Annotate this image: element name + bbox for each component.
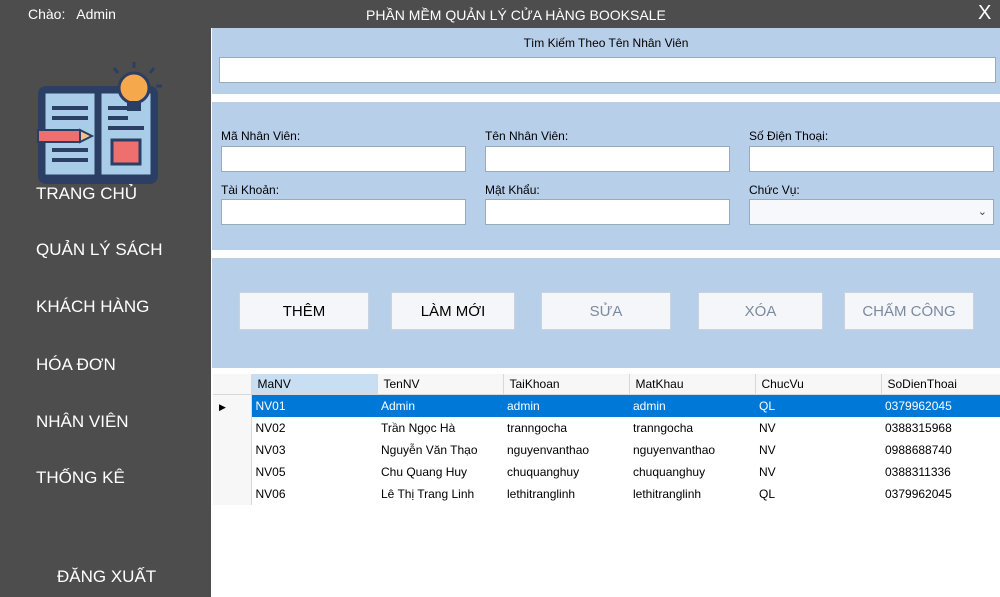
nav-item-invoices[interactable]: HÓA ĐƠN <box>36 355 116 375</box>
password-label: Mật Khẩu: <box>485 183 540 197</box>
cell[interactable]: tranngocha <box>503 417 629 439</box>
cell[interactable]: Chu Quang Huy <box>377 461 503 483</box>
cell[interactable]: NV02 <box>251 417 377 439</box>
row-header-corner <box>213 374 252 395</box>
cell[interactable]: tranngocha <box>629 417 755 439</box>
cell[interactable]: nguyenvanthao <box>629 439 755 461</box>
nav-item-home[interactable]: TRANG CHỦ <box>36 184 137 204</box>
cell[interactable]: NV <box>755 417 881 439</box>
row-header[interactable] <box>213 461 252 483</box>
column-header[interactable]: TenNV <box>377 374 504 395</box>
employee-id-label: Mã Nhân Viên: <box>221 129 301 143</box>
cell[interactable]: NV <box>755 439 881 461</box>
cell[interactable]: NV05 <box>251 461 377 483</box>
cell[interactable]: NV <box>755 461 881 483</box>
app-title: PHẦN MỀM QUẢN LÝ CỬA HÀNG BOOKSALE <box>366 7 666 23</box>
cell[interactable]: lethitranglinh <box>503 483 629 505</box>
chevron-down-icon: ⌄ <box>977 206 987 218</box>
employee-table: MaNV TenNV TaiKhoan MatKhau ChucVu SoDie… <box>213 374 1000 505</box>
logout-button[interactable]: ĐĂNG XUẤT <box>57 567 156 587</box>
search-panel: Tìm Kiếm Theo Tên Nhân Viên <box>212 28 1000 94</box>
cell[interactable]: chuquanghuy <box>629 461 755 483</box>
row-header[interactable] <box>213 439 252 461</box>
cell[interactable]: QL <box>755 394 881 417</box>
current-row-arrow-icon: ▶ <box>219 402 226 412</box>
refresh-button[interactable]: LÀM MỚI <box>391 292 515 330</box>
close-button[interactable]: X <box>978 2 991 25</box>
cell[interactable]: 0379962045 <box>881 483 1000 505</box>
phone-field[interactable] <box>749 146 994 172</box>
employee-form-panel: Mã Nhân Viên: Tên Nhân Viên: Số Điện Tho… <box>212 102 1000 250</box>
cell[interactable]: QL <box>755 483 881 505</box>
edit-button[interactable]: SỬA <box>541 292 671 330</box>
cell[interactable]: chuquanghuy <box>503 461 629 483</box>
cell[interactable]: admin <box>629 394 755 417</box>
sidebar: TRANG CHỦ QUẢN LÝ SÁCH KHÁCH HÀNG HÓA ĐƠ… <box>0 28 211 597</box>
cell[interactable]: Lê Thị Trang Linh <box>377 483 503 505</box>
column-header[interactable]: MaNV <box>251 374 378 395</box>
column-header[interactable]: SoDienThoai <box>881 374 1000 395</box>
employee-name-field[interactable] <box>485 146 730 172</box>
delete-button[interactable]: XÓA <box>698 292 823 330</box>
account-label: Tài Khoản: <box>221 183 280 197</box>
cell[interactable]: Trần Ngọc Hà <box>377 417 503 439</box>
greeting: Chào: Admin <box>28 6 116 22</box>
employee-grid[interactable]: MaNV TenNV TaiKhoan MatKhau ChucVu SoDie… <box>213 374 1000 597</box>
column-header[interactable]: ChucVu <box>755 374 882 395</box>
employee-name-label: Tên Nhân Viên: <box>485 129 569 143</box>
cell[interactable]: Nguyễn Văn Thạo <box>377 439 503 461</box>
cell[interactable]: admin <box>503 394 629 417</box>
title-bar: Chào: Admin PHẦN MỀM QUẢN LÝ CỬA HÀNG BO… <box>0 0 1000 28</box>
table-row[interactable]: NV03 Nguyễn Văn Thạo nguyenvanthao nguye… <box>213 439 1000 461</box>
cell[interactable]: Admin <box>377 394 503 417</box>
table-row[interactable]: NV02 Trần Ngọc Hà tranngocha tranngocha … <box>213 417 1000 439</box>
cell[interactable]: nguyenvanthao <box>503 439 629 461</box>
search-input[interactable] <box>219 57 996 83</box>
nav-item-employees[interactable]: NHÂN VIÊN <box>36 412 129 432</box>
cell[interactable]: lethitranglinh <box>629 483 755 505</box>
nav-item-statistics[interactable]: THỐNG KÊ <box>36 468 125 488</box>
row-header[interactable]: ▶ <box>213 394 252 417</box>
account-field[interactable] <box>221 199 466 225</box>
column-header[interactable]: TaiKhoan <box>503 374 630 395</box>
cell[interactable]: NV03 <box>251 439 377 461</box>
nav-item-customers[interactable]: KHÁCH HÀNG <box>36 297 149 317</box>
cell[interactable]: NV06 <box>251 483 377 505</box>
cell[interactable]: NV01 <box>251 394 377 417</box>
attendance-button[interactable]: CHẤM CÔNG <box>844 292 974 330</box>
table-row[interactable]: ▶ NV01 Admin admin admin QL 0379962045 <box>213 394 1000 417</box>
book-lightbulb-logo-icon <box>37 62 162 184</box>
cell[interactable]: 0379962045 <box>881 394 1000 417</box>
phone-label: Số Điện Thoại: <box>749 129 829 143</box>
row-header[interactable] <box>213 483 252 505</box>
add-button[interactable]: THÊM <box>239 292 369 330</box>
password-field[interactable] <box>485 199 730 225</box>
current-user: Admin <box>76 6 116 22</box>
table-row[interactable]: NV05 Chu Quang Huy chuquanghuy chuquangh… <box>213 461 1000 483</box>
cell[interactable]: 0388311336 <box>881 461 1000 483</box>
column-header[interactable]: MatKhau <box>629 374 756 395</box>
greeting-label: Chào: <box>28 6 66 22</box>
table-row[interactable]: NV06 Lê Thị Trang Linh lethitranglinh le… <box>213 483 1000 505</box>
row-header[interactable] <box>213 417 252 439</box>
role-label: Chức Vụ: <box>749 183 800 197</box>
grid-header-row: MaNV TenNV TaiKhoan MatKhau ChucVu SoDie… <box>213 374 1000 395</box>
nav-item-books[interactable]: QUẢN LÝ SÁCH <box>36 240 163 260</box>
search-label: Tìm Kiếm Theo Tên Nhân Viên <box>523 36 689 50</box>
cell[interactable]: 0388315968 <box>881 417 1000 439</box>
employee-id-field[interactable] <box>221 146 466 172</box>
cell[interactable]: 0988688740 <box>881 439 1000 461</box>
role-select[interactable]: ⌄ <box>749 199 994 225</box>
